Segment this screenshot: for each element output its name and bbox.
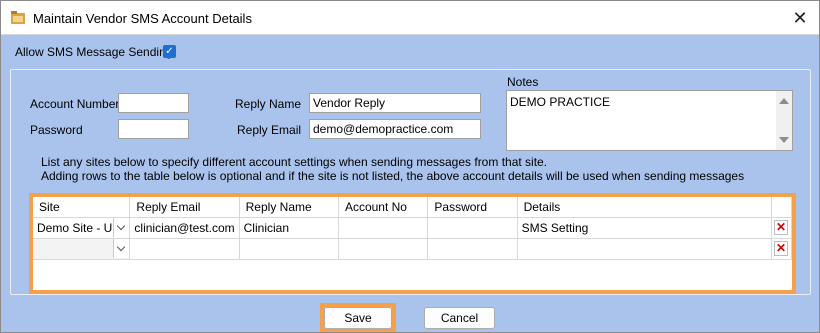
chevron-down-icon (117, 221, 126, 230)
site-combo[interactable]: Demo Site - UK (37, 217, 129, 238)
notes-textarea[interactable]: DEMO PRACTICE (506, 90, 793, 151)
reply-email-input[interactable]: demo@demopractice.com (309, 119, 481, 139)
password-cell[interactable] (427, 217, 518, 239)
reply-email-label: Reply Email (237, 123, 302, 137)
scroll-down-icon[interactable] (779, 137, 789, 143)
scroll-up-icon[interactable] (779, 98, 789, 104)
notes-label: Notes (507, 75, 539, 89)
account-number-label: Account Number (30, 97, 120, 111)
close-icon[interactable]: ✕ (787, 5, 813, 31)
reply-email-cell[interactable]: clinician@test.com (129, 217, 240, 239)
info-text-line2: Adding rows to the table below is option… (41, 169, 745, 183)
delete-cell: ✕ (771, 238, 793, 260)
site-cell[interactable]: Demo Site - UK (33, 217, 131, 239)
site-value: Demo Site - UK (37, 220, 121, 235)
dialog-window: Maintain Vendor SMS Account Details ✕ Al… (0, 0, 820, 333)
delete-icon[interactable]: ✕ (773, 241, 788, 256)
site-dropdown-button[interactable] (113, 217, 129, 237)
sites-table-highlight: Site Reply Email Reply Name Account No P… (29, 193, 796, 294)
table-row: ✕ (33, 238, 793, 260)
notes-value: DEMO PRACTICE (510, 95, 611, 109)
allow-sms-label: Allow SMS Message Sending (15, 45, 173, 59)
sites-table: Site Reply Email Reply Name Account No P… (33, 197, 793, 260)
account-number-input[interactable] (118, 93, 189, 113)
delete-icon[interactable]: ✕ (773, 220, 788, 235)
allow-sms-checkbox[interactable]: ✓ (163, 45, 176, 58)
site-cell[interactable] (33, 238, 131, 260)
password-input[interactable] (118, 119, 189, 139)
column-header-password[interactable]: Password (427, 197, 518, 218)
account-no-cell[interactable] (338, 217, 429, 239)
password-cell[interactable] (427, 238, 518, 260)
details-cell[interactable]: SMS Setting (517, 217, 772, 239)
reply-name-cell[interactable] (239, 238, 339, 260)
site-combo[interactable] (37, 238, 129, 259)
table-row: Demo Site - UK clinician@test.com Clinic… (33, 217, 793, 239)
folder-icon (11, 11, 25, 24)
column-header-site[interactable]: Site (33, 197, 131, 218)
table-header-row: Site Reply Email Reply Name Account No P… (33, 197, 793, 218)
title-bar: Maintain Vendor SMS Account Details ✕ (1, 1, 819, 35)
reply-name-cell[interactable]: Clinician (239, 217, 339, 239)
reply-name-label: Reply Name (235, 97, 302, 111)
site-dropdown-button[interactable] (113, 238, 129, 258)
column-header-delete (771, 197, 793, 218)
cancel-button[interactable]: Cancel (424, 307, 495, 329)
column-header-reply-name[interactable]: Reply Name (239, 197, 339, 218)
info-text-line1: List any sites below to specify differen… (41, 155, 548, 169)
delete-cell: ✕ (771, 217, 793, 239)
reply-name-input[interactable]: Vendor Reply (309, 93, 481, 113)
allow-sms-row: Allow SMS Message Sending ✓ (15, 45, 176, 59)
column-header-reply-email[interactable]: Reply Email (129, 197, 240, 218)
window-title: Maintain Vendor SMS Account Details (33, 11, 252, 26)
save-button[interactable]: Save (324, 307, 392, 329)
details-cell[interactable] (517, 238, 772, 260)
chevron-down-icon (117, 242, 126, 251)
reply-email-cell[interactable] (129, 238, 240, 260)
notes-scrollbar[interactable] (776, 91, 792, 150)
column-header-account-no[interactable]: Account No (338, 197, 429, 218)
password-label: Password (30, 123, 83, 137)
account-no-cell[interactable] (338, 238, 429, 260)
column-header-details[interactable]: Details (517, 197, 772, 218)
